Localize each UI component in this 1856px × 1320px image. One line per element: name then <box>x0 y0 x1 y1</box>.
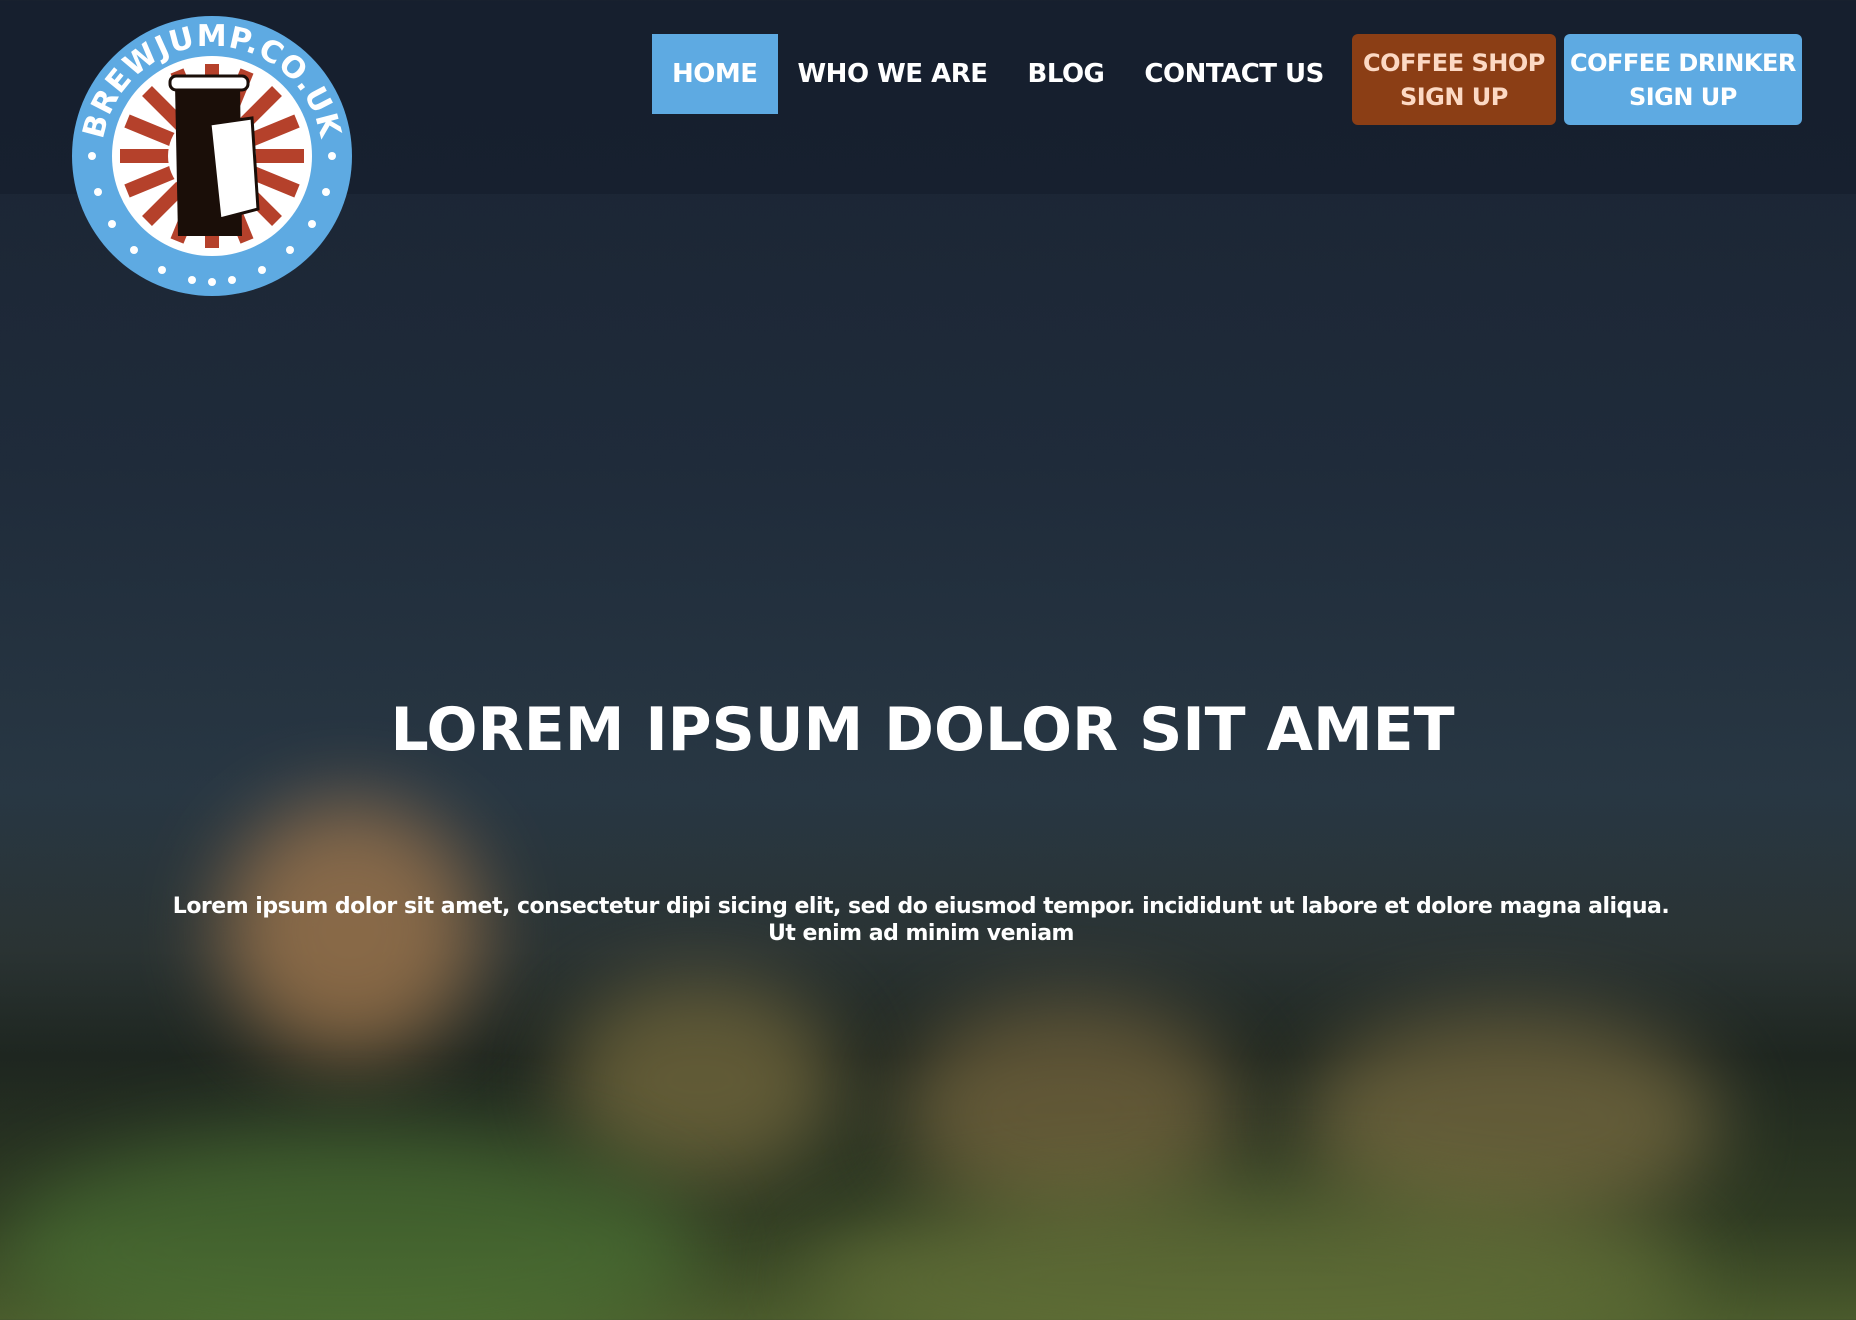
background-bokeh <box>1300 1010 1720 1230</box>
hero-text: Lorem ipsum dolor sit amet, consectetur … <box>172 894 1670 946</box>
coffee-drinker-signup-button[interactable]: COFFEE DRINKER SIGN UP <box>1563 34 1802 125</box>
nav-contact-us[interactable]: CONTACT US <box>1124 34 1344 114</box>
background-bokeh <box>800 1180 1700 1320</box>
main-nav: HOME WHO WE ARE BLOG CONTACT US COFFEE S… <box>652 34 1802 125</box>
nav-home[interactable]: HOME <box>652 34 778 114</box>
background-bokeh <box>900 1000 1240 1220</box>
brewjump-logo[interactable]: BREWJUMP.CO.UK <box>70 14 354 298</box>
coffee-shop-signup-button[interactable]: COFFEE SHOP SIGN UP <box>1351 34 1556 125</box>
drinker-signup-line2: SIGN UP <box>1628 82 1737 111</box>
hero-title: LOREM IPSUM DOLOR SIT AMET <box>390 695 1455 765</box>
nav-blog[interactable]: BLOG <box>1008 34 1125 114</box>
shop-signup-line1: COFFEE SHOP <box>1363 48 1545 77</box>
nav-who-we-are[interactable]: WHO WE ARE <box>778 34 1008 114</box>
shop-signup-line2: SIGN UP <box>1399 82 1508 111</box>
background-bokeh <box>0 1130 700 1320</box>
background-bokeh <box>560 980 840 1180</box>
drinker-signup-line1: COFFEE DRINKER <box>1569 48 1796 77</box>
